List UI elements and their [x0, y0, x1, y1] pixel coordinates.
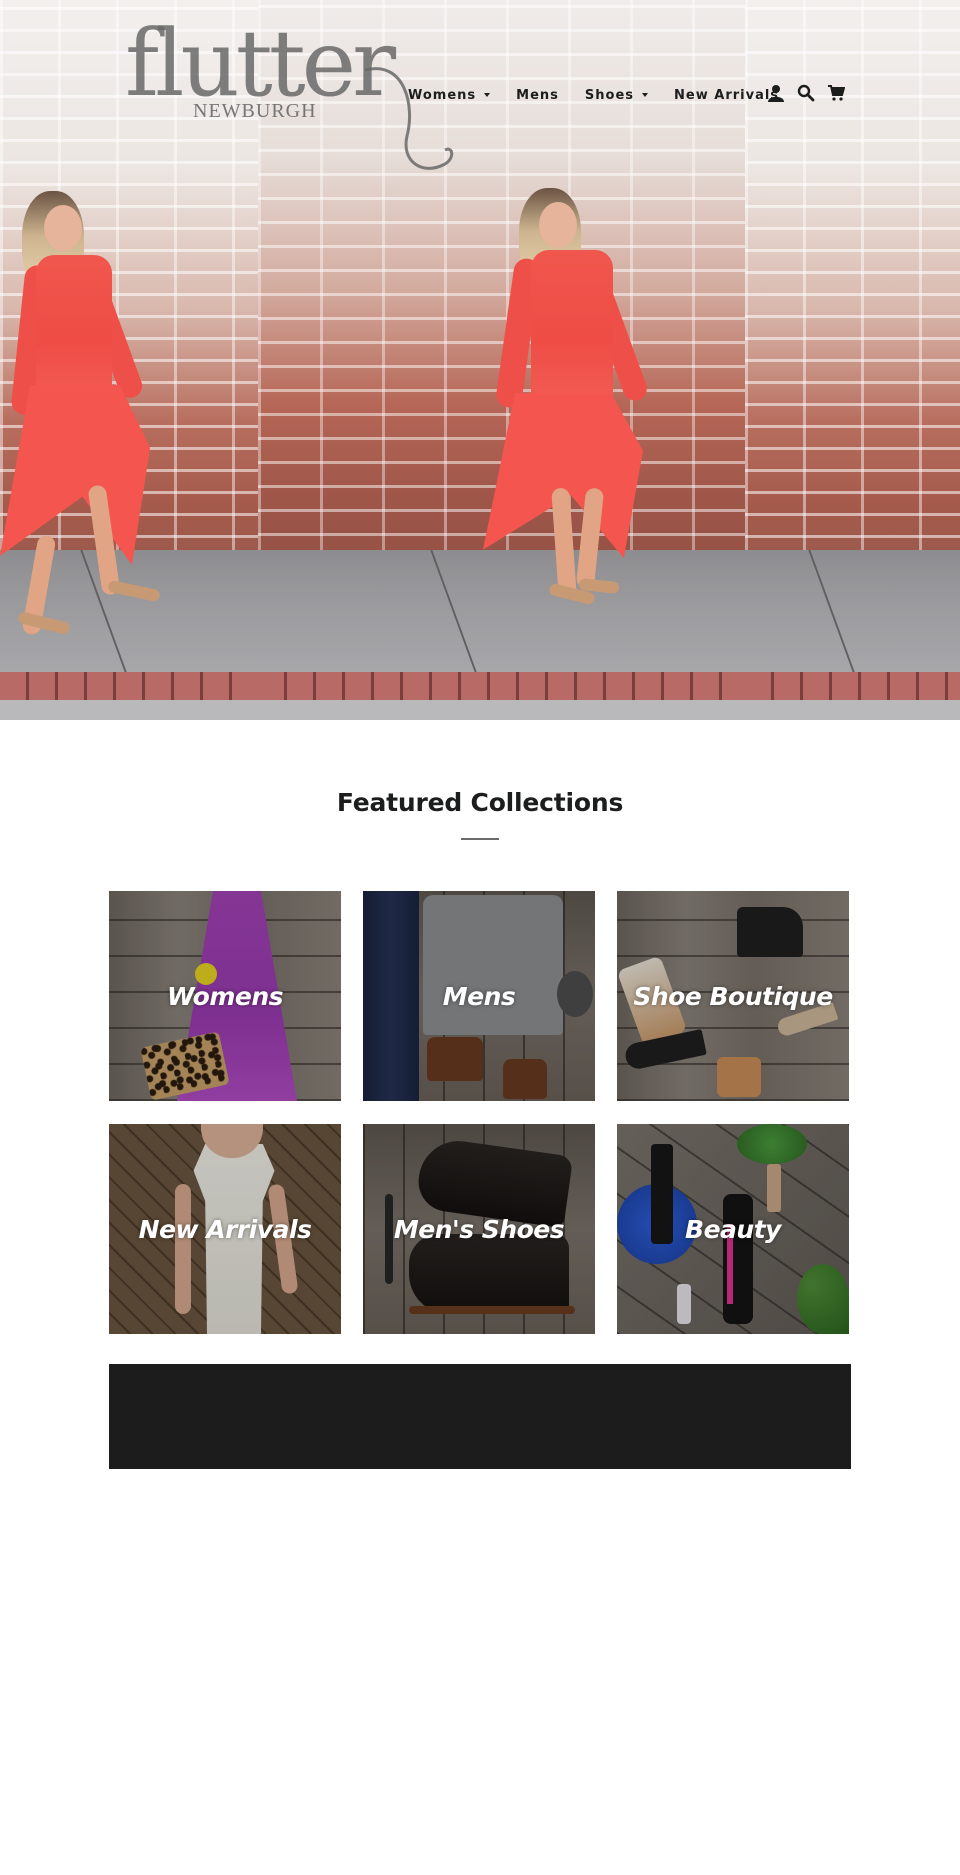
brick-curb — [258, 672, 745, 702]
chevron-down-icon — [642, 93, 649, 97]
nav-item-womens[interactable]: Womens — [408, 87, 491, 103]
chevron-down-icon — [484, 93, 491, 97]
collection-title: Men's Shoes — [393, 1214, 565, 1244]
promo-banner — [109, 1364, 851, 1469]
collection-tile-shoe-boutique[interactable]: Shoe Boutique — [617, 891, 849, 1101]
street — [745, 700, 960, 720]
title-divider — [461, 838, 499, 840]
cart-icon[interactable] — [825, 82, 847, 104]
section-title: Featured Collections — [336, 788, 624, 817]
brick-curb — [745, 672, 960, 702]
collection-tile-beauty[interactable]: Beauty — [617, 1124, 849, 1334]
collection-title: New Arrivals — [138, 1214, 312, 1244]
collection-tile-mens[interactable]: Mens — [363, 891, 595, 1101]
model-figure-left — [0, 185, 170, 636]
nav-item-mens[interactable]: Mens — [516, 88, 559, 103]
search-icon[interactable] — [795, 82, 817, 104]
site-header: flutter NEWBURGH Womens Mens Shoes New A… — [0, 0, 960, 170]
nav-label: Shoes — [584, 87, 635, 103]
collection-title: Beauty — [685, 1214, 781, 1244]
store-logo[interactable]: flutter NEWBURGH — [125, 18, 454, 170]
header-icons — [765, 82, 855, 104]
collection-title: Shoe Boutique — [633, 981, 833, 1011]
main-nav: Womens Mens Shoes New Arrivals — [408, 82, 805, 108]
collection-tile-womens[interactable]: Womens — [109, 891, 341, 1101]
nav-label: Womens — [408, 87, 477, 103]
brick-curb — [0, 672, 258, 702]
street — [258, 700, 745, 720]
model-figure-main — [463, 188, 683, 618]
collection-title: Mens — [442, 981, 516, 1011]
account-icon[interactable] — [765, 82, 787, 104]
nav-label: Mens — [516, 87, 559, 103]
street — [0, 700, 258, 720]
sidewalk — [745, 550, 960, 675]
collection-grid: Womens Mens Shoe Boutique New Arrivals M… — [109, 891, 851, 1335]
nav-label: New Arrivals — [674, 87, 780, 103]
collection-tile-new-arrivals[interactable]: New Arrivals — [109, 1124, 341, 1334]
nav-item-new-arrivals[interactable]: New Arrivals — [674, 88, 779, 103]
collection-tile-mens-shoes[interactable]: Men's Shoes — [363, 1124, 595, 1334]
nav-item-shoes[interactable]: Shoes — [584, 87, 649, 103]
collection-title: Womens — [166, 981, 284, 1011]
